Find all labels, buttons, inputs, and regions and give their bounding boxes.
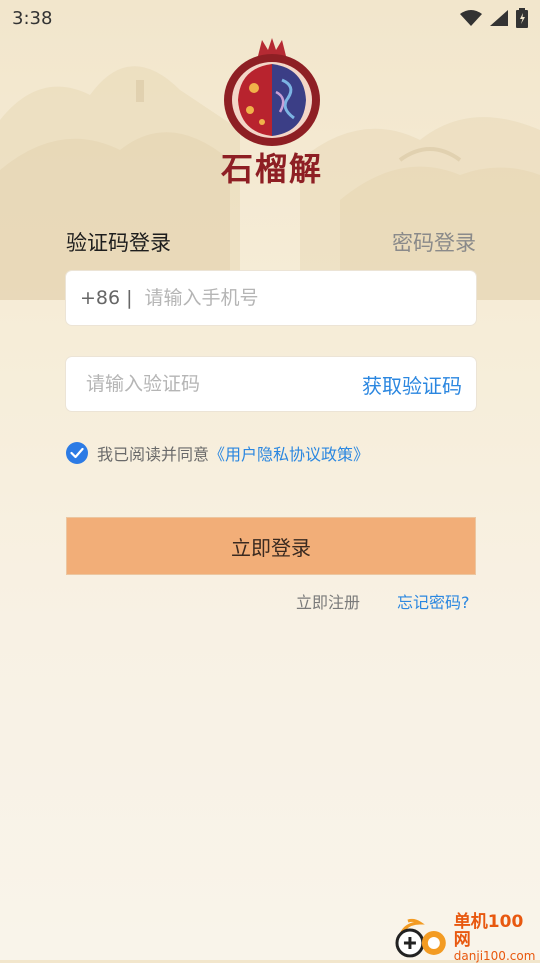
tab-password-login[interactable]: 密码登录 [392, 227, 476, 257]
agreement-checkbox[interactable] [66, 442, 88, 464]
verification-code-input[interactable] [86, 373, 362, 395]
login-button[interactable]: 立即登录 [66, 517, 476, 575]
forgot-password-link[interactable]: 忘记密码? [397, 589, 470, 613]
app-name-logo: 石榴解 [220, 150, 323, 188]
agreement-text: 我已阅读并同意 [97, 445, 210, 464]
verification-code-field: 获取验证码 [66, 357, 476, 411]
status-time: 3:38 [12, 7, 53, 29]
cellular-signal-icon [490, 10, 508, 26]
get-code-button[interactable]: 获取验证码 [362, 370, 462, 399]
register-link[interactable]: 立即注册 [296, 589, 360, 613]
privacy-policy-link[interactable]: 《用户隐私协议政策》 [209, 441, 369, 465]
agreement-row: 我已阅读并同意 《用户隐私协议政策》 [66, 441, 369, 465]
status-bar: 3:38 [0, 0, 540, 36]
watermark-text: 单机100网 danji100.com [453, 912, 540, 963]
watermark-title: 单机100网 [453, 912, 524, 950]
check-icon [70, 447, 84, 459]
watermark-url: danji100.com [453, 948, 536, 963]
country-code-prefix[interactable]: +86 [80, 287, 120, 309]
status-icons [460, 8, 528, 28]
site-watermark: 单机100网 danji100.com [390, 912, 540, 963]
watermark-logo-icon [395, 919, 446, 958]
tab-sms-login[interactable]: 验证码登录 [66, 227, 171, 257]
phone-field: +86 | [66, 271, 476, 325]
phone-input[interactable] [144, 287, 476, 309]
prefix-divider: | [126, 287, 133, 309]
battery-icon [516, 8, 528, 28]
wifi-icon [460, 10, 482, 26]
